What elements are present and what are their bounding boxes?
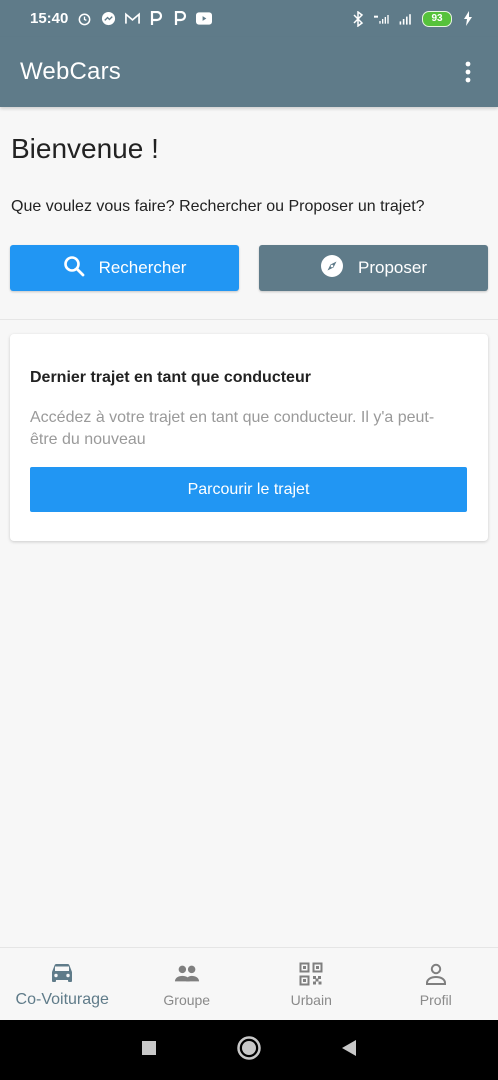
propose-button[interactable]: Proposer [259, 245, 488, 291]
recents-button[interactable] [99, 1040, 199, 1061]
bottom-navigation: Co-Voiturage Groupe Urbain Profil [0, 947, 498, 1021]
charging-icon [460, 11, 476, 27]
app-bar: WebCars [0, 37, 498, 107]
back-button[interactable] [299, 1039, 399, 1062]
nav-label-urbain: Urbain [290, 991, 332, 1008]
nav-item-urbain[interactable]: Urbain [249, 948, 374, 1021]
nav-label-covoiturage: Co-Voiturage [15, 990, 109, 1008]
page-title: Bienvenue ! [11, 133, 159, 164]
p-app-icon [148, 11, 164, 27]
status-time: 15:40 [30, 10, 69, 27]
circle-icon [236, 1035, 262, 1066]
card-title: Dernier trajet en tant que conducteur [30, 369, 311, 386]
p-app-icon-2 [172, 11, 188, 27]
qr-code-icon [298, 962, 324, 986]
search-icon [63, 255, 85, 282]
triangle-back-icon [341, 1039, 357, 1062]
nav-item-profil[interactable]: Profil [374, 948, 498, 1021]
youtube-icon [196, 11, 213, 27]
compass-icon [320, 254, 344, 283]
status-bar: 15:40 93 [0, 0, 498, 37]
card-description: Accédez à votre trajet en tant que condu… [30, 409, 435, 448]
browse-trip-button[interactable]: Parcourir le trajet [30, 467, 467, 512]
propose-button-label: Proposer [358, 258, 427, 277]
nav-label-profil: Profil [419, 991, 452, 1008]
status-left: 15:40 [30, 10, 213, 27]
home-button[interactable] [199, 1035, 299, 1066]
person-icon [423, 962, 449, 986]
search-button-label: Rechercher [98, 258, 187, 277]
messenger-icon [100, 11, 116, 27]
car-icon [49, 961, 75, 985]
divider [0, 319, 498, 320]
battery-level: 93 [422, 10, 452, 27]
last-trip-card: Dernier trajet en tant que conducteur Ac… [10, 334, 488, 541]
app-title: WebCars [20, 58, 121, 85]
square-icon [141, 1040, 157, 1061]
group-icon [174, 962, 200, 986]
gmail-icon [124, 11, 140, 27]
nav-item-groupe[interactable]: Groupe [125, 948, 250, 1021]
system-navigation-bar [0, 1020, 498, 1080]
question-text: Que voulez vous faire? Rechercher ou Pro… [11, 198, 425, 215]
search-button[interactable]: Rechercher [10, 245, 239, 291]
bluetooth-icon [350, 10, 366, 27]
nav-item-covoiturage[interactable]: Co-Voiturage [0, 948, 125, 1021]
nav-label-groupe: Groupe [163, 991, 211, 1008]
alarm-icon [76, 11, 92, 27]
signal-icon [398, 11, 414, 27]
more-vert-icon[interactable] [458, 60, 478, 84]
signal-4g-icon [374, 11, 390, 27]
status-right: 93 [350, 10, 476, 27]
